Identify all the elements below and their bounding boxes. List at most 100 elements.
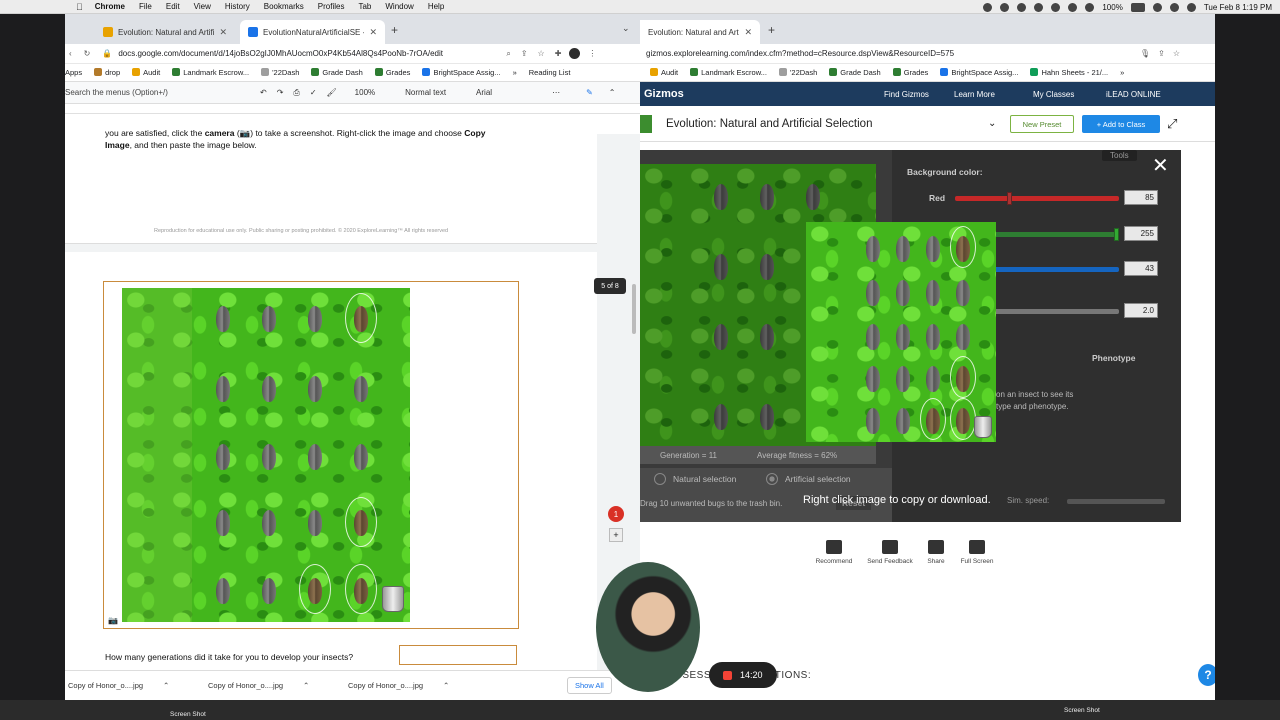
bookmark-22dash[interactable]: '22Dash: [778, 68, 817, 77]
webcam-bubble[interactable]: [596, 562, 700, 692]
bookmark-landmark[interactable]: Landmark Escrow...: [690, 68, 767, 77]
chevron-up-icon[interactable]: ⌃: [303, 681, 309, 690]
artificial-selection-radio[interactable]: [766, 473, 778, 485]
undo-icon[interactable]: ↶: [260, 88, 267, 97]
rate-value[interactable]: 2.0: [1124, 303, 1158, 318]
show-all-button[interactable]: Show All: [567, 677, 612, 694]
menu-file[interactable]: File: [139, 2, 152, 11]
star-icon[interactable]: ☆: [538, 49, 545, 58]
wifi-icon[interactable]: [1152, 2, 1162, 12]
desktop-file-screenshot[interactable]: Screen Shot: [1064, 707, 1100, 714]
tools-button[interactable]: Tools: [1102, 150, 1137, 161]
menu-profiles[interactable]: Profiles: [318, 2, 345, 11]
chevron-up-icon[interactable]: ⌃: [609, 88, 616, 97]
close-icon[interactable]: ✕: [369, 27, 377, 38]
nav-my-classes[interactable]: My Classes: [1033, 90, 1074, 99]
bookmark-22dash[interactable]: '22Dash: [261, 68, 299, 77]
zoom-select[interactable]: 100%: [355, 88, 375, 97]
menu-view[interactable]: View: [194, 2, 211, 11]
bookmark-audit[interactable]: Audit: [132, 68, 160, 77]
menu-history[interactable]: History: [225, 2, 250, 11]
fullscreen-icon[interactable]: ⤢: [1167, 116, 1177, 132]
pasted-gizmo-image[interactable]: [122, 288, 410, 622]
bookmark-grades[interactable]: Grades: [892, 68, 928, 77]
share-icon[interactable]: ⇪: [521, 49, 528, 58]
menu-tab[interactable]: Tab: [358, 2, 371, 11]
control-center-icon[interactable]: [1186, 2, 1196, 12]
redo-icon[interactable]: ↷: [277, 88, 284, 97]
download-item[interactable]: Copy of Honor_o....jpg ⌃: [345, 681, 485, 690]
bookmark-apps[interactable]: Apps: [65, 68, 82, 77]
bookmark-audit[interactable]: Audit: [650, 68, 678, 77]
slider-thumb[interactable]: [1114, 228, 1119, 241]
tab-gizmo[interactable]: Evolution: Natural and Artificial ✕: [95, 20, 235, 44]
battery-icon[interactable]: [1130, 2, 1145, 12]
chevron-up-icon[interactable]: ⌃: [163, 681, 169, 690]
spellcheck-icon[interactable]: ✓: [310, 88, 317, 97]
share-icon[interactable]: ⇪: [1158, 49, 1165, 58]
bookmark-grade-dash[interactable]: Grade Dash: [829, 68, 881, 77]
flag-icon[interactable]: [1051, 2, 1061, 12]
slider-thumb[interactable]: [1007, 192, 1013, 205]
stop-record-icon[interactable]: [723, 670, 732, 680]
chevron-down-icon[interactable]: ⌄: [988, 118, 996, 129]
sim-speed-slider[interactable]: [1067, 499, 1165, 504]
reload-icon[interactable]: ↻: [84, 49, 91, 58]
tab-google-doc[interactable]: EvolutionNaturalArtificialSE - G ✕: [240, 20, 385, 44]
nav-find-gizmos[interactable]: Find Gizmos: [884, 90, 929, 99]
menu-edit[interactable]: Edit: [166, 2, 180, 11]
bookmark-landmark[interactable]: Landmark Escrow...: [172, 68, 249, 77]
star-icon[interactable]: ☆: [1173, 49, 1180, 58]
close-icon[interactable]: ✕: [744, 27, 752, 38]
red-slider[interactable]: [955, 192, 1119, 205]
nav-learn-more[interactable]: Learn More: [954, 90, 995, 99]
green-value[interactable]: 255: [1124, 226, 1158, 241]
new-tab-icon[interactable]: +: [768, 23, 775, 37]
menu-window[interactable]: Window: [385, 2, 413, 11]
bookmark-brightspace[interactable]: BrightSpace Assig...: [940, 68, 1018, 77]
mic-icon[interactable]: 🎙: [1140, 49, 1150, 58]
recommend-button[interactable]: Recommend: [810, 540, 858, 565]
bookmark-grade-dash[interactable]: Grade Dash: [311, 68, 363, 77]
new-preset-button[interactable]: New Preset: [1010, 115, 1074, 133]
nav-ilead-online[interactable]: iLEAD ONLINE: [1106, 90, 1161, 99]
menu-chrome[interactable]: Chrome: [95, 2, 125, 11]
help-icon[interactable]: ?: [1198, 664, 1215, 686]
pasted-image-frame[interactable]: 📷: [103, 281, 519, 629]
close-icon[interactable]: ✕: [219, 27, 227, 38]
full-screen-button[interactable]: Full Screen: [953, 540, 1001, 565]
send-feedback-button[interactable]: Send Feedback: [866, 540, 914, 565]
bookmark-hahn-sheets[interactable]: Hahn Sheets - 21/...: [1030, 68, 1108, 77]
recording-control[interactable]: 14:20: [709, 662, 777, 688]
natural-selection-radio[interactable]: [654, 473, 666, 485]
more-bookmarks-icon[interactable]: »: [513, 68, 517, 77]
extension-icon[interactable]: ✚: [555, 49, 562, 58]
close-overlay-icon[interactable]: ✕: [1152, 156, 1169, 176]
chevron-up-icon[interactable]: ⌃: [443, 681, 449, 690]
paint-format-icon[interactable]: 🖌: [327, 88, 337, 97]
avatar[interactable]: [569, 48, 581, 59]
desktop-file-screenshot[interactable]: Screen Shot: [170, 711, 206, 718]
more-icon[interactable]: ⋯: [552, 88, 560, 97]
chrome-icon[interactable]: [1017, 2, 1027, 12]
editing-mode-icon[interactable]: ✎: [586, 88, 593, 97]
menu-bookmarks[interactable]: Bookmarks: [264, 2, 304, 11]
more-bookmarks-icon[interactable]: »: [1120, 68, 1124, 77]
bookmark-grades[interactable]: Grades: [374, 68, 410, 77]
style-select[interactable]: Normal text: [405, 88, 446, 97]
new-tab-icon[interactable]: +: [391, 23, 398, 37]
bluetooth-icon[interactable]: [1085, 2, 1095, 12]
ruler[interactable]: [65, 104, 640, 114]
url-field[interactable]: docs.google.com/document/d/14joBsO2gIJ0M…: [118, 49, 498, 58]
gizmos-logo[interactable]: Gizmos: [644, 88, 684, 100]
back-icon[interactable]: ‹: [69, 49, 72, 58]
clock[interactable]: Tue Feb 8 1:19 PM: [1204, 3, 1272, 12]
search-icon[interactable]: [1169, 2, 1179, 12]
red-value[interactable]: 85: [1124, 190, 1158, 205]
mic-icon[interactable]: [983, 2, 993, 12]
add-comment-icon[interactable]: +: [609, 528, 623, 542]
bookmark-brightspace[interactable]: BrightSpace Assig...: [422, 68, 501, 77]
download-item[interactable]: Copy of Honor_o....jpg ⌃: [205, 681, 345, 690]
download-item[interactable]: Copy of Honor_o....jpg ⌃: [65, 681, 205, 690]
answer-field[interactable]: [399, 645, 517, 665]
